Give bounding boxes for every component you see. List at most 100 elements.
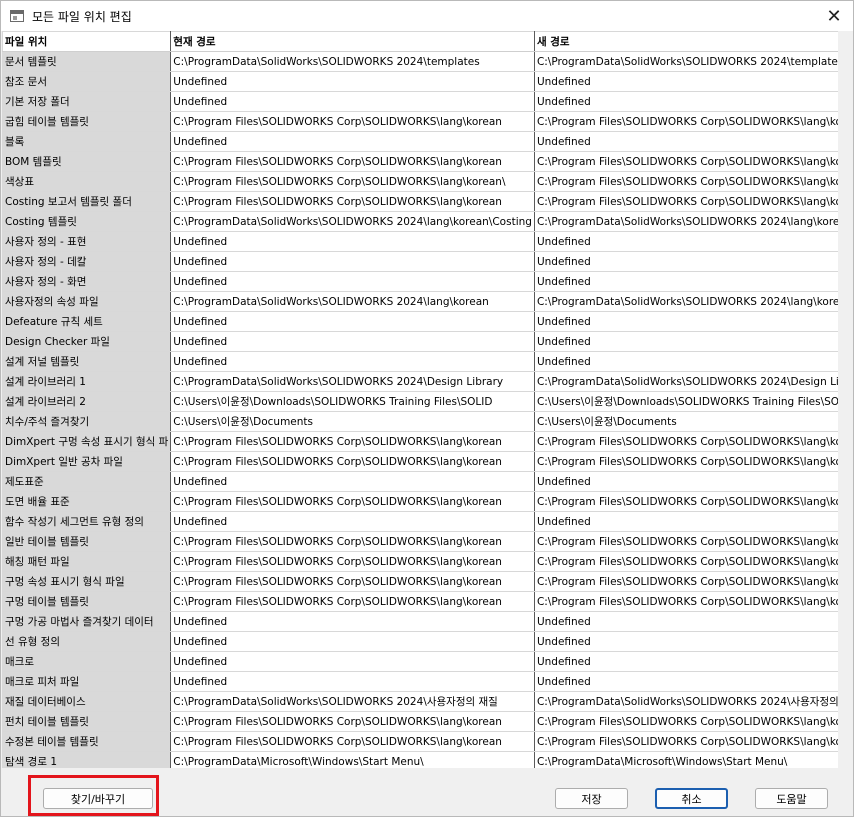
cell-current-path[interactable]: C:\ProgramData\SolidWorks\SOLIDWORKS 202… [170,371,535,392]
cell-new-path[interactable]: Undefined [533,251,838,272]
cell-new-path[interactable]: C:\Program Files\SOLIDWORKS Corp\SOLIDWO… [533,111,838,132]
table-row[interactable]: 구멍 테이블 템플릿 C:\Program Files\SOLIDWORKS Co… [2,591,838,612]
table-row[interactable]: 매크로 Undefined Undefined [2,651,838,672]
cell-new-path[interactable]: C:\Program Files\SOLIDWORKS Corp\SOLIDWO… [533,551,838,572]
table-row[interactable]: 사용자 정의 - 화면 Undefined Undefined [2,271,838,292]
cell-file-location[interactable]: 설계 저널 템플릿 [2,351,172,372]
cell-new-path[interactable]: Undefined [533,671,838,692]
cell-current-path[interactable]: Undefined [170,311,535,332]
cell-file-location[interactable]: DimXpert 구멍 속성 표시기 형식 파 [2,431,172,452]
cell-file-location[interactable]: 구멍 테이블 템플릿 [2,591,172,612]
cell-current-path[interactable]: Undefined [170,71,535,92]
cell-new-path[interactable]: Undefined [533,511,838,532]
cell-new-path[interactable]: C:\ProgramData\SolidWorks\SOLIDWORKS 202… [533,691,838,712]
cell-new-path[interactable]: C:\ProgramData\SolidWorks\SOLIDWORKS 202… [533,51,838,72]
table-row[interactable]: 도면 배율 표준 C:\Program Files\SOLIDWORKS Corp… [2,491,838,512]
save-button[interactable]: 저장 [555,788,628,809]
cell-current-path[interactable]: Undefined [170,671,535,692]
table-row[interactable]: 치수/주석 즐겨찾기 C:\Users\이윤정\Documents C:\Users… [2,411,838,432]
cell-current-path[interactable]: C:\Program Files\SOLIDWORKS Corp\SOLIDWO… [170,491,535,512]
cell-file-location[interactable]: 참조 문서 [2,71,172,92]
vertical-scrollbar[interactable] [838,31,853,768]
table-row[interactable]: Design Checker 파일 Undefined Undefined [2,331,838,352]
column-header-location[interactable]: 파일 위치 [2,31,172,52]
table-row[interactable]: 재질 데이터베이스 C:\ProgramData\SolidWorks\SOLID… [2,691,838,712]
column-header-new-path[interactable]: 새 경로 [533,31,838,52]
cell-file-location[interactable]: 도면 배율 표준 [2,491,172,512]
table-row[interactable]: 참조 문서 Undefined Undefined [2,71,838,92]
cell-current-path[interactable]: Undefined [170,331,535,352]
cell-new-path[interactable]: Undefined [533,631,838,652]
cell-new-path[interactable]: C:\Program Files\SOLIDWORKS Corp\SOLIDWO… [533,191,838,212]
cell-file-location[interactable]: 사용자 정의 - 표현 [2,231,172,252]
cell-current-path[interactable]: Undefined [170,131,535,152]
table-row[interactable]: DimXpert 일반 공차 파일 C:\Program Files\SOLIDW… [2,451,838,472]
cell-file-location[interactable]: 문서 템플릿 [2,51,172,72]
cell-current-path[interactable]: C:\ProgramData\SolidWorks\SOLIDWORKS 202… [170,291,535,312]
table-row[interactable]: Defeature 규칙 세트 Undefined Undefined [2,311,838,332]
cell-file-location[interactable]: 굽힘 테이블 템플릿 [2,111,172,132]
cell-new-path[interactable]: C:\Program Files\SOLIDWORKS Corp\SOLIDWO… [533,171,838,192]
table-row[interactable]: 펀치 테이블 템플릿 C:\Program Files\SOLIDWORKS Co… [2,711,838,732]
cell-current-path[interactable]: C:\Program Files\SOLIDWORKS Corp\SOLIDWO… [170,591,535,612]
cell-current-path[interactable]: Undefined [170,631,535,652]
cell-new-path[interactable]: C:\ProgramData\SolidWorks\SOLIDWORKS 202… [533,211,838,232]
cell-current-path[interactable]: Undefined [170,471,535,492]
table-row[interactable]: 색상표 C:\Program Files\SOLIDWORKS Corp\SOLI… [2,171,838,192]
table-row[interactable]: BOM 템플릿 C:\Program Files\SOLIDWORKS Corp\… [2,151,838,172]
cell-current-path[interactable]: C:\Program Files\SOLIDWORKS Corp\SOLIDWO… [170,191,535,212]
table-row[interactable]: 탐색 경로 1 C:\ProgramData\Microsoft\Windows\… [2,751,838,768]
cell-file-location[interactable]: 구멍 속성 표시기 형식 파일 [2,571,172,592]
cancel-button[interactable]: 취소 [655,788,728,809]
cell-file-location[interactable]: Defeature 규칙 세트 [2,311,172,332]
cell-current-path[interactable]: C:\Program Files\SOLIDWORKS Corp\SOLIDWO… [170,551,535,572]
cell-current-path[interactable]: Undefined [170,231,535,252]
cell-file-location[interactable]: BOM 템플릿 [2,151,172,172]
cell-file-location[interactable]: Costing 보고서 템플릿 폴더 [2,191,172,212]
cell-current-path[interactable]: C:\ProgramData\SolidWorks\SOLIDWORKS 202… [170,691,535,712]
table-row[interactable]: 선 유형 정의 Undefined Undefined [2,631,838,652]
help-button[interactable]: 도움말 [755,788,828,809]
cell-file-location[interactable]: 매크로 [2,651,172,672]
cell-current-path[interactable]: C:\Program Files\SOLIDWORKS Corp\SOLIDWO… [170,711,535,732]
table-row[interactable]: DimXpert 구멍 속성 표시기 형식 파 C:\Program Files\… [2,431,838,452]
table-row[interactable]: Costing 템플릿 C:\ProgramData\SolidWorks\SOL… [2,211,838,232]
cell-new-path[interactable]: C:\ProgramData\Microsoft\Windows\Start M… [533,751,838,768]
table-row[interactable]: 해칭 패턴 파일 C:\Program Files\SOLIDWORKS Corp… [2,551,838,572]
cell-current-path[interactable]: C:\Program Files\SOLIDWORKS Corp\SOLIDWO… [170,431,535,452]
cell-current-path[interactable]: C:\ProgramData\SolidWorks\SOLIDWORKS 202… [170,51,535,72]
cell-file-location[interactable]: 사용자 정의 - 화면 [2,271,172,292]
cell-new-path[interactable]: C:\Users\이윤정\Downloads\SOLIDWORKS Traini… [533,391,838,412]
cell-current-path[interactable]: C:\Program Files\SOLIDWORKS Corp\SOLIDWO… [170,731,535,752]
cell-new-path[interactable]: C:\Program Files\SOLIDWORKS Corp\SOLIDWO… [533,731,838,752]
cell-file-location[interactable]: 제도표준 [2,471,172,492]
cell-new-path[interactable]: Undefined [533,611,838,632]
cell-new-path[interactable]: C:\Program Files\SOLIDWORKS Corp\SOLIDWO… [533,591,838,612]
cell-new-path[interactable]: Undefined [533,471,838,492]
cell-current-path[interactable]: C:\ProgramData\SolidWorks\SOLIDWORKS 202… [170,211,535,232]
cell-new-path[interactable]: Undefined [533,131,838,152]
table-row[interactable]: 설계 라이브러리 1 C:\ProgramData\SolidWorks\SOLI… [2,371,838,392]
table-row[interactable]: 사용자 정의 - 표현 Undefined Undefined [2,231,838,252]
cell-file-location[interactable]: 함수 작성기 세그먼트 유형 정의 [2,511,172,532]
cell-new-path[interactable]: C:\Users\이윤정\Documents [533,411,838,432]
table-row[interactable]: 문서 템플릿 C:\ProgramData\SolidWorks\SOLIDWOR… [2,51,838,72]
table-row[interactable]: 매크로 피처 파일 Undefined Undefined [2,671,838,692]
cell-current-path[interactable]: C:\Program Files\SOLIDWORKS Corp\SOLIDWO… [170,531,535,552]
table-row[interactable]: 굽힘 테이블 템플릿 C:\Program Files\SOLIDWORKS Co… [2,111,838,132]
cell-current-path[interactable]: Undefined [170,351,535,372]
cell-current-path[interactable]: Undefined [170,611,535,632]
table-row[interactable]: 기본 저장 폴더 Undefined Undefined [2,91,838,112]
table-row[interactable]: Costing 보고서 템플릿 폴더 C:\Program Files\SOLID… [2,191,838,212]
cell-file-location[interactable]: Design Checker 파일 [2,331,172,352]
cell-new-path[interactable]: Undefined [533,351,838,372]
cell-new-path[interactable]: Undefined [533,331,838,352]
cell-new-path[interactable]: C:\ProgramData\SolidWorks\SOLIDWORKS 202… [533,371,838,392]
cell-file-location[interactable]: 블록 [2,131,172,152]
cell-file-location[interactable]: 치수/주석 즐겨찾기 [2,411,172,432]
cell-new-path[interactable]: C:\Program Files\SOLIDWORKS Corp\SOLIDWO… [533,531,838,552]
cell-current-path[interactable]: Undefined [170,651,535,672]
cell-current-path[interactable]: Undefined [170,511,535,532]
cell-current-path[interactable]: Undefined [170,91,535,112]
cell-new-path[interactable]: Undefined [533,71,838,92]
